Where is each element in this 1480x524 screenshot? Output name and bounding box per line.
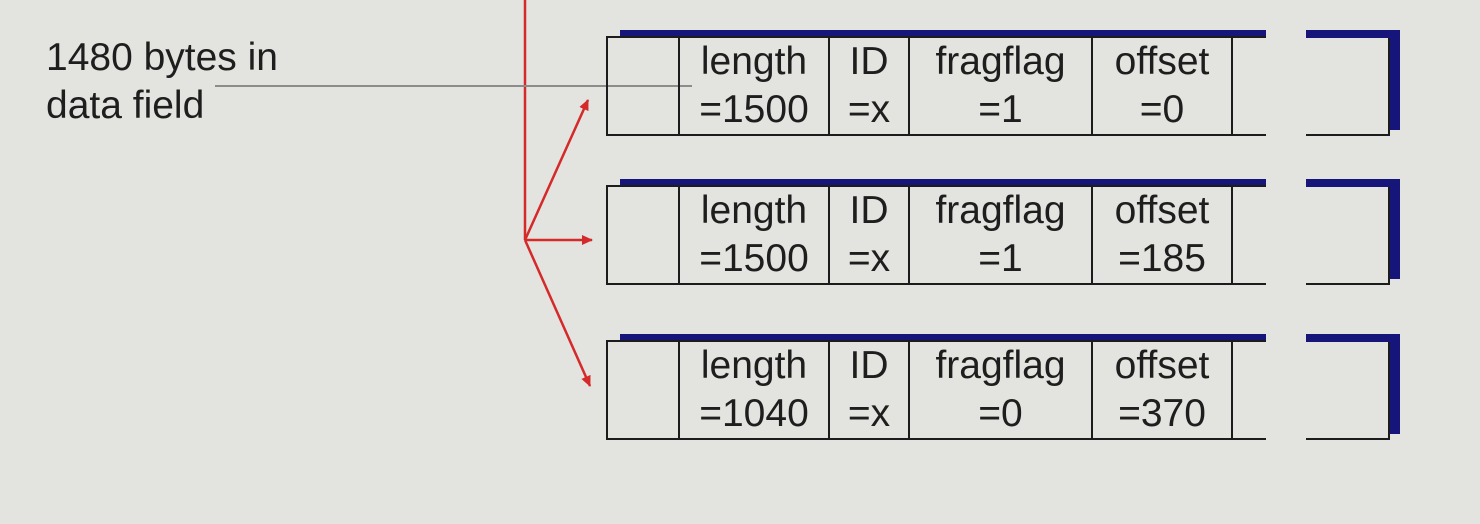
id-value: =x (847, 88, 891, 131)
blank-field (608, 187, 680, 283)
id-label: ID (849, 40, 889, 83)
length-field: length =1040 (680, 342, 830, 438)
fragflag-label: fragflag (935, 40, 1066, 83)
id-label: ID (849, 189, 889, 232)
fragment-3: length =1040 ID =x fragflag =0 offset =3… (606, 334, 1406, 446)
fragflag-field: fragflag =0 (910, 342, 1093, 438)
caption-line-2: data field (46, 84, 205, 127)
fragment-1: length =1500 ID =x fragflag =1 offset =0 (606, 30, 1406, 142)
offset-value: =185 (1118, 237, 1206, 280)
fragment-header-fields: length =1500 ID =x fragflag =1 offset =0 (606, 36, 1266, 136)
fragflag-label: fragflag (935, 189, 1066, 232)
offset-value: =370 (1118, 392, 1206, 435)
offset-field: offset =185 (1093, 187, 1233, 283)
id-field: ID =x (830, 187, 910, 283)
fragflag-label: fragflag (935, 344, 1066, 387)
id-field: ID =x (830, 342, 910, 438)
fragment-data-tail (1306, 334, 1400, 440)
fragment-header-fields: length =1040 ID =x fragflag =0 offset =3… (606, 340, 1266, 440)
id-value: =x (847, 237, 891, 280)
offset-field: offset =0 (1093, 38, 1233, 134)
fragflag-field: fragflag =1 (910, 187, 1093, 283)
length-value: =1500 (699, 88, 809, 131)
blank-field (608, 342, 680, 438)
offset-label: offset (1114, 40, 1210, 83)
offset-label: offset (1114, 189, 1210, 232)
length-field: length =1500 (680, 187, 830, 283)
data-field-caption: 1480 bytes in data field (46, 34, 278, 130)
fragment-2: length =1500 ID =x fragflag =1 offset =1… (606, 179, 1406, 291)
arrow-to-fragment-3 (523, 239, 592, 387)
fragflag-value: =0 (978, 392, 1023, 435)
fragment-header-fields: length =1500 ID =x fragflag =1 offset =1… (606, 185, 1266, 285)
fragflag-value: =1 (978, 88, 1023, 131)
length-field: length =1500 (680, 38, 830, 134)
offset-label: offset (1114, 344, 1210, 387)
fragment-data-tail (1306, 30, 1400, 136)
length-value: =1040 (699, 392, 809, 435)
blank-field (608, 38, 680, 134)
id-field: ID =x (830, 38, 910, 134)
arrow-to-fragment-1 (523, 99, 590, 241)
id-label: ID (849, 344, 889, 387)
fragmentation-diagram: 1480 bytes in data field length =1500 ID… (0, 0, 1480, 524)
length-label: length (700, 40, 808, 83)
fragflag-value: =1 (978, 237, 1023, 280)
id-value: =x (847, 392, 891, 435)
fragflag-field: fragflag =1 (910, 38, 1093, 134)
offset-field: offset =370 (1093, 342, 1233, 438)
fragment-data-tail (1306, 179, 1400, 285)
length-label: length (700, 344, 808, 387)
offset-value: =0 (1139, 88, 1185, 131)
caption-line-1: 1480 bytes in (46, 36, 279, 79)
length-value: =1500 (699, 237, 809, 280)
length-label: length (700, 189, 808, 232)
